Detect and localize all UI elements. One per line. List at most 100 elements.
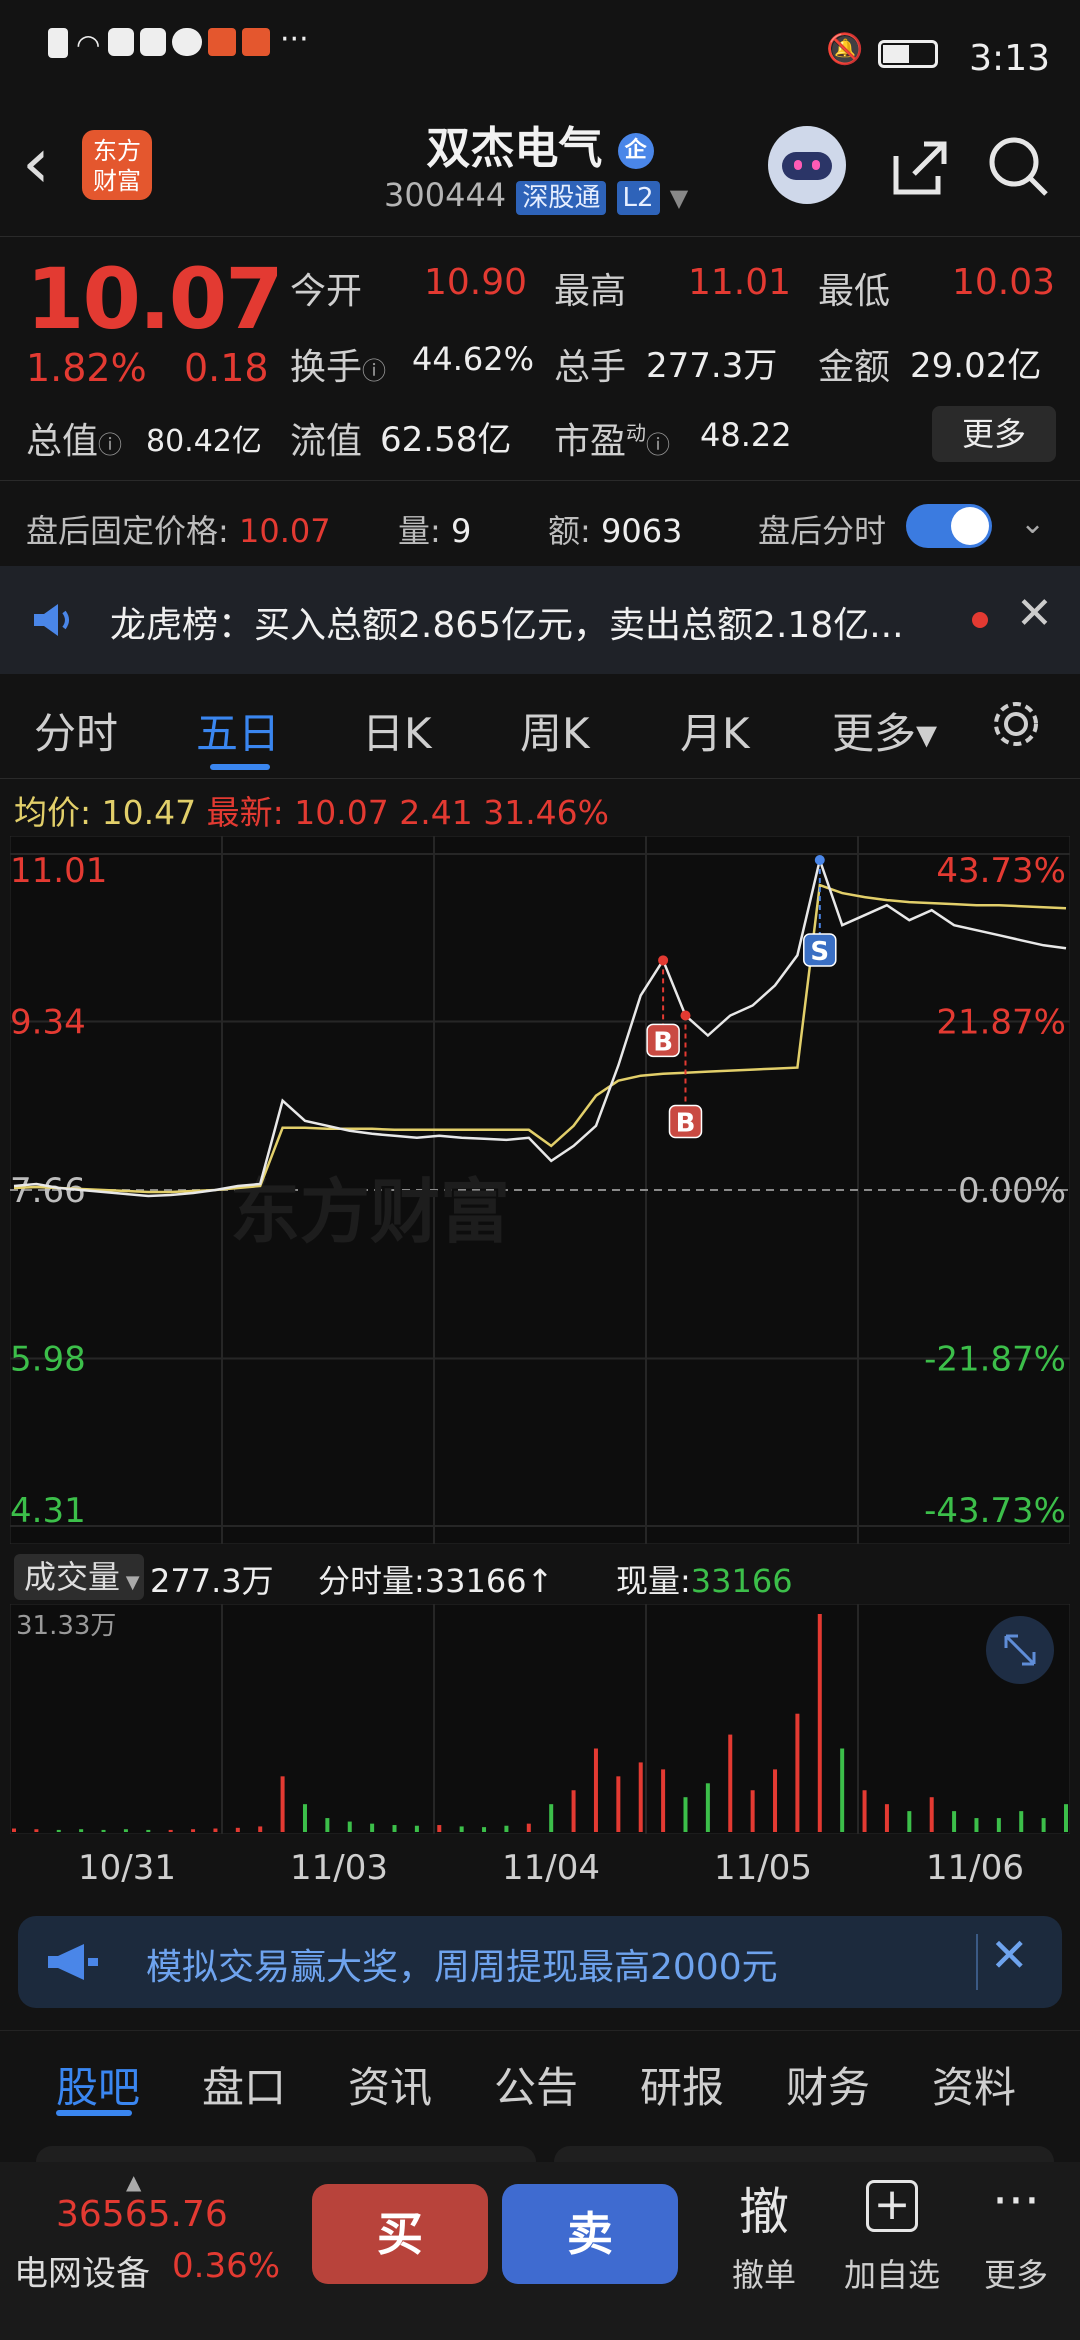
level2-tag: L2: [616, 181, 660, 215]
cancel-order-icon[interactable]: 撤: [724, 2172, 804, 2244]
cancel-order-label[interactable]: 撤单: [714, 2250, 814, 2296]
tab-guba[interactable]: 股吧: [56, 2054, 140, 2115]
after-qty-value: 9: [450, 512, 472, 550]
tab-five-day[interactable]: 五日: [196, 700, 280, 761]
alert-icon: [48, 28, 68, 58]
after-amt-label: 额:: [548, 512, 591, 550]
search-icon[interactable]: [984, 132, 1054, 202]
volume-indicator-select[interactable]: 成交量 ▼: [14, 1554, 144, 1600]
price-chart[interactable]: 东方财富 11.01 43.73% 9.34 21.87% 7.66 0.00% 5.98 -…: [10, 836, 1070, 1544]
pe-sup: 动: [626, 421, 647, 445]
open-label: 今开: [290, 271, 363, 312]
stock-code: 300444: [384, 176, 507, 214]
wechat-icon: [172, 28, 202, 56]
float-value: 62.58亿: [380, 420, 512, 460]
watermark: 东方财富: [230, 1171, 510, 1253]
volume-bar: [638, 1762, 643, 1832]
volume-bar: [302, 1804, 307, 1832]
last-price: 10.07: [26, 250, 284, 348]
notice-bar[interactable]: 龙虎榜：买入总额2.865亿元，卖出总额2.18亿... ✕: [0, 566, 1080, 674]
volume-bar: [526, 1823, 531, 1832]
volume-bar: [347, 1821, 352, 1832]
promo-banner[interactable]: 模拟交易赢大奖，周周提现最高2000元 ✕: [18, 1916, 1062, 2008]
dropdown-icon: ▼: [669, 184, 689, 212]
tab-news[interactable]: 资讯: [348, 2054, 432, 2115]
after-qty-label: 量:: [398, 512, 441, 550]
turnover-label[interactable]: 换手ⓘ: [290, 338, 386, 390]
avg-value: 10.47: [101, 793, 197, 832]
pe-value: 48.22: [700, 416, 792, 454]
trade-marker-label: B: [676, 1108, 696, 1138]
add-watchlist-icon[interactable]: +: [866, 2180, 918, 2232]
y-tick-right: 43.73%: [936, 851, 1066, 891]
assistant-avatar[interactable]: [768, 126, 846, 204]
megaphone-icon: [48, 1944, 98, 1980]
volume-bar: [325, 1818, 330, 1832]
after-hours-toggle[interactable]: [906, 504, 992, 548]
volume-bar: [280, 1776, 285, 1832]
volume-bar: [571, 1790, 576, 1832]
tab-intraday[interactable]: 分时: [34, 700, 118, 761]
tab-profile[interactable]: 资料: [932, 2054, 1016, 2115]
y-tick-right: -43.73%: [924, 1491, 1066, 1531]
volume-bar: [146, 1829, 151, 1832]
after-hours-amount: 额: 9063: [548, 506, 682, 552]
buy-button[interactable]: 买: [312, 2184, 488, 2284]
tab-weekly-k[interactable]: 周K: [520, 700, 590, 761]
listen-app-icon: [242, 28, 270, 56]
gear-icon[interactable]: [990, 698, 1042, 750]
volume-bar: [1041, 1818, 1046, 1832]
close-icon[interactable]: ✕: [1016, 588, 1053, 639]
stock-subtitle[interactable]: 300444 深股通 L2 ▼: [384, 176, 689, 215]
chevron-up-icon[interactable]: ▲: [126, 2170, 141, 2194]
pe-label[interactable]: 市盈动ⓘ: [554, 412, 670, 464]
share-icon[interactable]: [884, 132, 954, 202]
after-hours-price: 盘后固定价格: 10.07: [26, 506, 331, 552]
volume-indicator-label: 成交量: [24, 1558, 121, 1596]
tab-monthly-k[interactable]: 月K: [680, 700, 750, 761]
volume-bar: [79, 1829, 84, 1832]
volume-chart[interactable]: 31.33万: [10, 1604, 1070, 1834]
more-label[interactable]: 更多: [966, 2250, 1066, 2296]
chevron-down-icon[interactable]: ⌄: [1020, 506, 1045, 541]
volume-bar: [34, 1829, 39, 1832]
expand-button[interactable]: [986, 1616, 1054, 1684]
tab-research[interactable]: 研报: [640, 2054, 724, 2115]
active-bottom-tab-indicator: [56, 2110, 132, 2116]
add-watchlist-label[interactable]: 加自选: [834, 2250, 950, 2296]
info-icon: ⓘ: [362, 357, 387, 385]
volume-bar: [884, 1804, 889, 1832]
tab-announcements[interactable]: 公告: [494, 2054, 578, 2115]
more-notifications-icon: ···: [280, 22, 309, 57]
tab-order-book[interactable]: 盘口: [202, 2054, 286, 2115]
date-tick: 11/05: [714, 1848, 812, 1888]
more-quote-button[interactable]: 更多: [932, 406, 1056, 462]
latest-value: 10.07: [294, 793, 389, 832]
volume-bar: [235, 1827, 240, 1832]
after-hours-qty: 量: 9: [398, 506, 471, 552]
mktcap-label[interactable]: 总值ⓘ: [26, 412, 122, 464]
volume-label: 总手: [554, 347, 627, 388]
volume-bar: [728, 1734, 733, 1832]
close-icon[interactable]: ✕: [990, 1928, 1029, 1982]
volume-bar: [952, 1811, 957, 1832]
sector-index-value[interactable]: 36565.76: [56, 2194, 228, 2235]
volume-bar: [459, 1826, 464, 1832]
volume-bar: [101, 1829, 106, 1832]
volume-max-label: 31.33万: [16, 1611, 116, 1641]
sector-name[interactable]: 电网设备: [14, 2246, 150, 2295]
volume-bar: [414, 1825, 419, 1832]
y-tick-right: -21.87%: [924, 1340, 1066, 1380]
y-tick-left: 11.01: [10, 851, 107, 891]
tab-more[interactable]: 更多▾: [832, 700, 937, 761]
tab-daily-k[interactable]: 日K: [362, 700, 432, 761]
open-value: 10.90: [424, 262, 528, 303]
sell-button[interactable]: 卖: [502, 2184, 678, 2284]
listen-app-icon: [208, 28, 236, 56]
avg-label: 均价:: [14, 793, 92, 832]
turnover-label-text: 换手: [290, 347, 363, 388]
more-icon[interactable]: ···: [976, 2172, 1056, 2230]
after-amt-value: 9063: [600, 512, 683, 550]
tab-financials[interactable]: 财务: [786, 2054, 870, 2115]
promo-divider: [976, 1934, 978, 1990]
